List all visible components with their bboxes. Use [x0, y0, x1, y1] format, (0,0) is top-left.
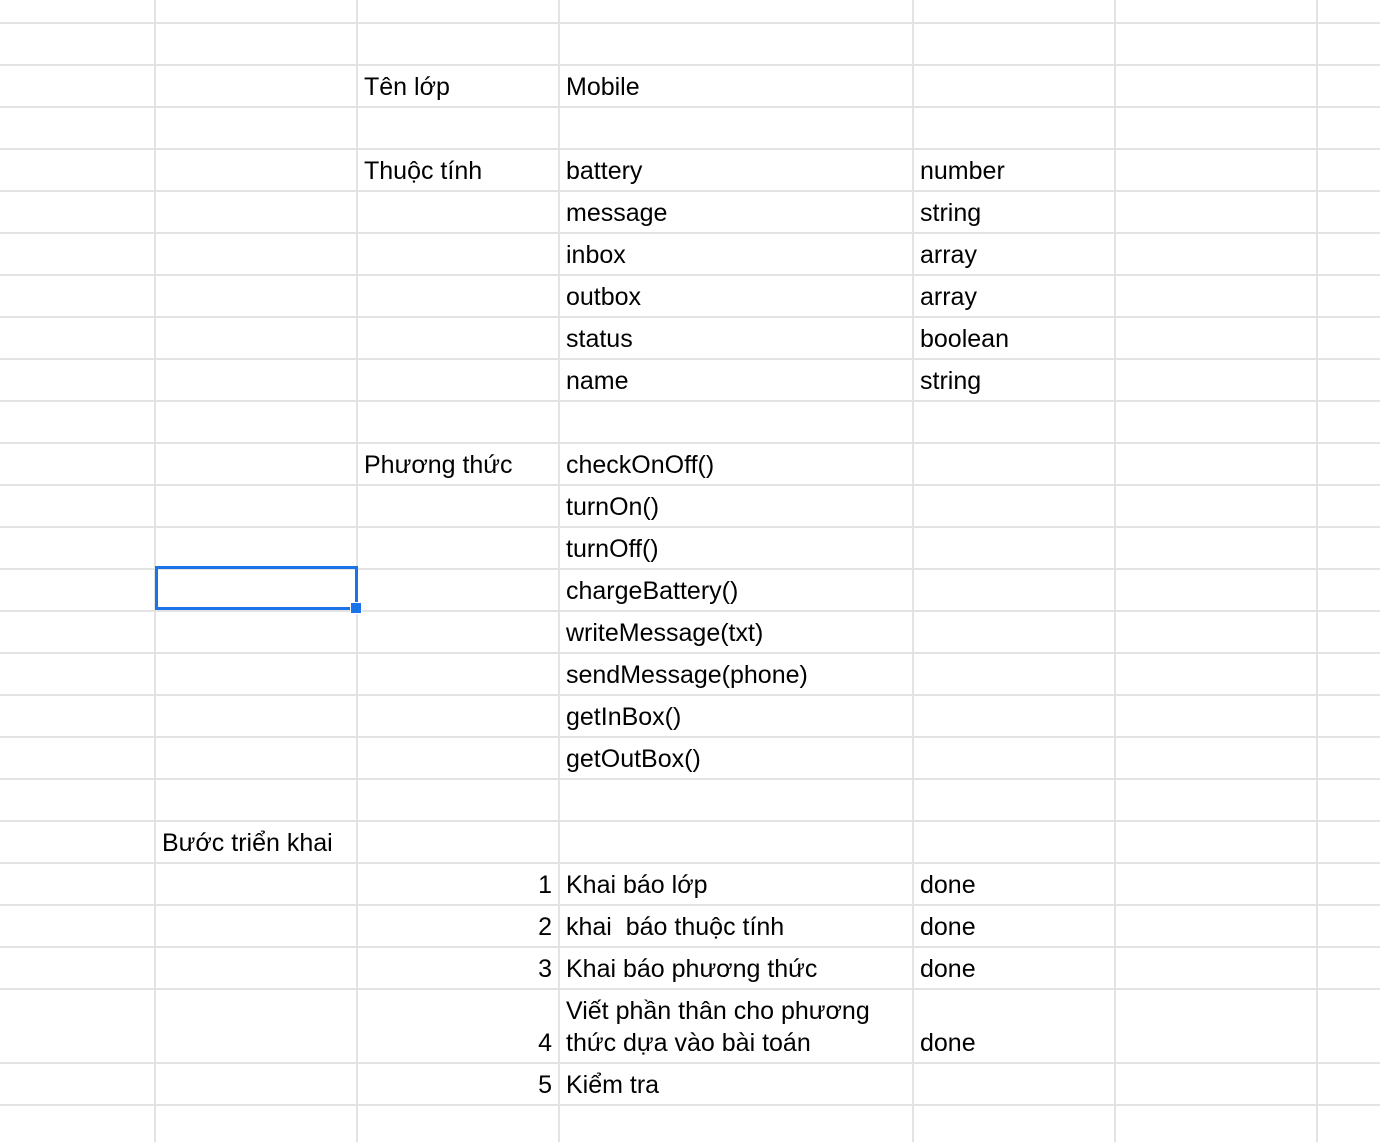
attribute-type[interactable]: string	[920, 197, 981, 229]
attribute-name[interactable]: message	[566, 197, 667, 229]
row-divider	[0, 358, 1380, 360]
row-divider	[0, 904, 1380, 906]
attribute-name[interactable]: inbox	[566, 239, 626, 271]
step-description[interactable]: Khai báo phương thức	[566, 953, 817, 985]
class-name-value[interactable]: Mobile	[566, 71, 640, 103]
step-status[interactable]: done	[920, 1027, 976, 1059]
row-divider	[0, 106, 1380, 108]
row-divider	[0, 862, 1380, 864]
row-divider	[0, 232, 1380, 234]
selected-cell[interactable]	[155, 566, 358, 610]
methods-label[interactable]: Phương thức	[364, 449, 513, 481]
step-number[interactable]: 3	[360, 953, 552, 985]
row-divider	[0, 988, 1380, 990]
attributes-label[interactable]: Thuộc tính	[364, 155, 482, 187]
row-divider	[0, 22, 1380, 24]
step-description[interactable]: Khai báo lớp	[566, 869, 708, 901]
row-divider	[0, 1104, 1380, 1106]
method-cell[interactable]: writeMessage(txt)	[566, 617, 763, 649]
step-number[interactable]: 5	[360, 1069, 552, 1101]
step-status[interactable]: done	[920, 953, 976, 985]
method-cell[interactable]: checkOnOff()	[566, 449, 714, 481]
step-description[interactable]: khai báo thuộc tính	[566, 911, 784, 943]
row-divider	[0, 736, 1380, 738]
attribute-name[interactable]: status	[566, 323, 633, 355]
steps-label[interactable]: Bước triển khai	[162, 827, 333, 859]
spreadsheet-grid[interactable]: Tên lớp Mobile Thuộc tính battery number…	[0, 0, 1380, 1142]
method-cell[interactable]: chargeBattery()	[566, 575, 738, 607]
row-divider	[0, 610, 1380, 612]
row-divider	[0, 1062, 1380, 1064]
attribute-type[interactable]: array	[920, 281, 977, 313]
method-cell[interactable]: sendMessage(phone)	[566, 659, 808, 691]
fill-handle[interactable]	[350, 602, 362, 614]
method-cell[interactable]: getInBox()	[566, 701, 681, 733]
step-description[interactable]: Viết phần thân cho phương thức dựa vào b…	[566, 995, 906, 1059]
row-divider	[0, 526, 1380, 528]
row-divider	[0, 778, 1380, 780]
attribute-name[interactable]: outbox	[566, 281, 641, 313]
column-divider	[558, 0, 560, 1142]
step-description[interactable]: Kiểm tra	[566, 1069, 659, 1101]
row-divider	[0, 694, 1380, 696]
attribute-name[interactable]: battery	[566, 155, 642, 187]
row-divider	[0, 652, 1380, 654]
row-divider	[0, 64, 1380, 66]
class-name-label[interactable]: Tên lớp	[364, 71, 450, 103]
row-divider	[0, 442, 1380, 444]
step-status[interactable]: done	[920, 911, 976, 943]
column-divider	[1316, 0, 1318, 1142]
column-divider	[912, 0, 914, 1142]
method-cell[interactable]: turnOff()	[566, 533, 659, 565]
method-cell[interactable]: getOutBox()	[566, 743, 701, 775]
step-number[interactable]: 4	[360, 1027, 552, 1059]
row-divider	[0, 400, 1380, 402]
row-divider	[0, 316, 1380, 318]
row-divider	[0, 484, 1380, 486]
method-cell[interactable]: turnOn()	[566, 491, 659, 523]
row-divider	[0, 946, 1380, 948]
attribute-type[interactable]: array	[920, 239, 977, 271]
row-divider	[0, 148, 1380, 150]
row-divider	[0, 820, 1380, 822]
step-status[interactable]: done	[920, 869, 976, 901]
attribute-type[interactable]: number	[920, 155, 1005, 187]
attribute-type[interactable]: string	[920, 365, 981, 397]
step-number[interactable]: 2	[360, 911, 552, 943]
attribute-name[interactable]: name	[566, 365, 629, 397]
attribute-type[interactable]: boolean	[920, 323, 1009, 355]
row-divider	[0, 190, 1380, 192]
column-divider	[1114, 0, 1116, 1142]
step-number[interactable]: 1	[360, 869, 552, 901]
row-divider	[0, 274, 1380, 276]
